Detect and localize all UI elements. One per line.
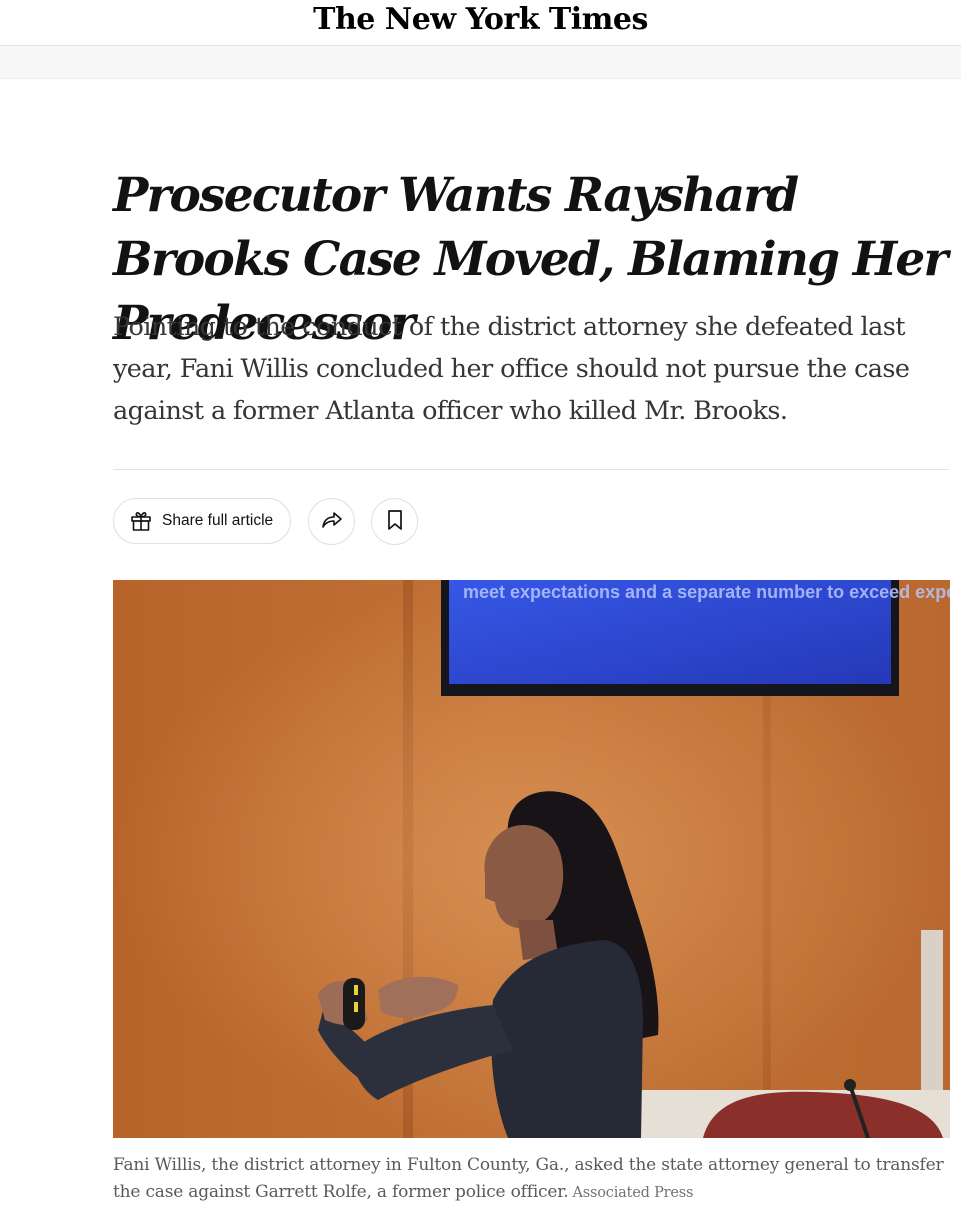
photo-illustration: meet expectations and a separate number … (113, 580, 950, 1138)
masthead: The New York Times (0, 0, 961, 46)
article-summary: Pointing to the conduct of the district … (113, 312, 910, 426)
nyt-logo[interactable]: The New York Times (0, 2, 961, 38)
share-button[interactable] (308, 498, 355, 545)
section-bar (0, 46, 961, 79)
bookmark-icon (384, 508, 406, 536)
save-button[interactable] (371, 498, 418, 545)
caption-text: Fani Willis, the district attorney in Fu… (113, 1155, 944, 1202)
photo-credit: Associated Press (572, 1185, 694, 1201)
divider (113, 469, 949, 470)
share-label: Share full article (162, 512, 274, 529)
share-full-article-button[interactable]: Share full article (113, 498, 291, 544)
screen-text: meet expectations and a separate number … (463, 582, 950, 602)
photo-caption: Fani Willis, the district attorney in Fu… (113, 1152, 958, 1207)
share-arrow-icon (319, 507, 345, 537)
gift-icon (129, 509, 153, 533)
article-photo: meet expectations and a separate number … (113, 580, 950, 1138)
